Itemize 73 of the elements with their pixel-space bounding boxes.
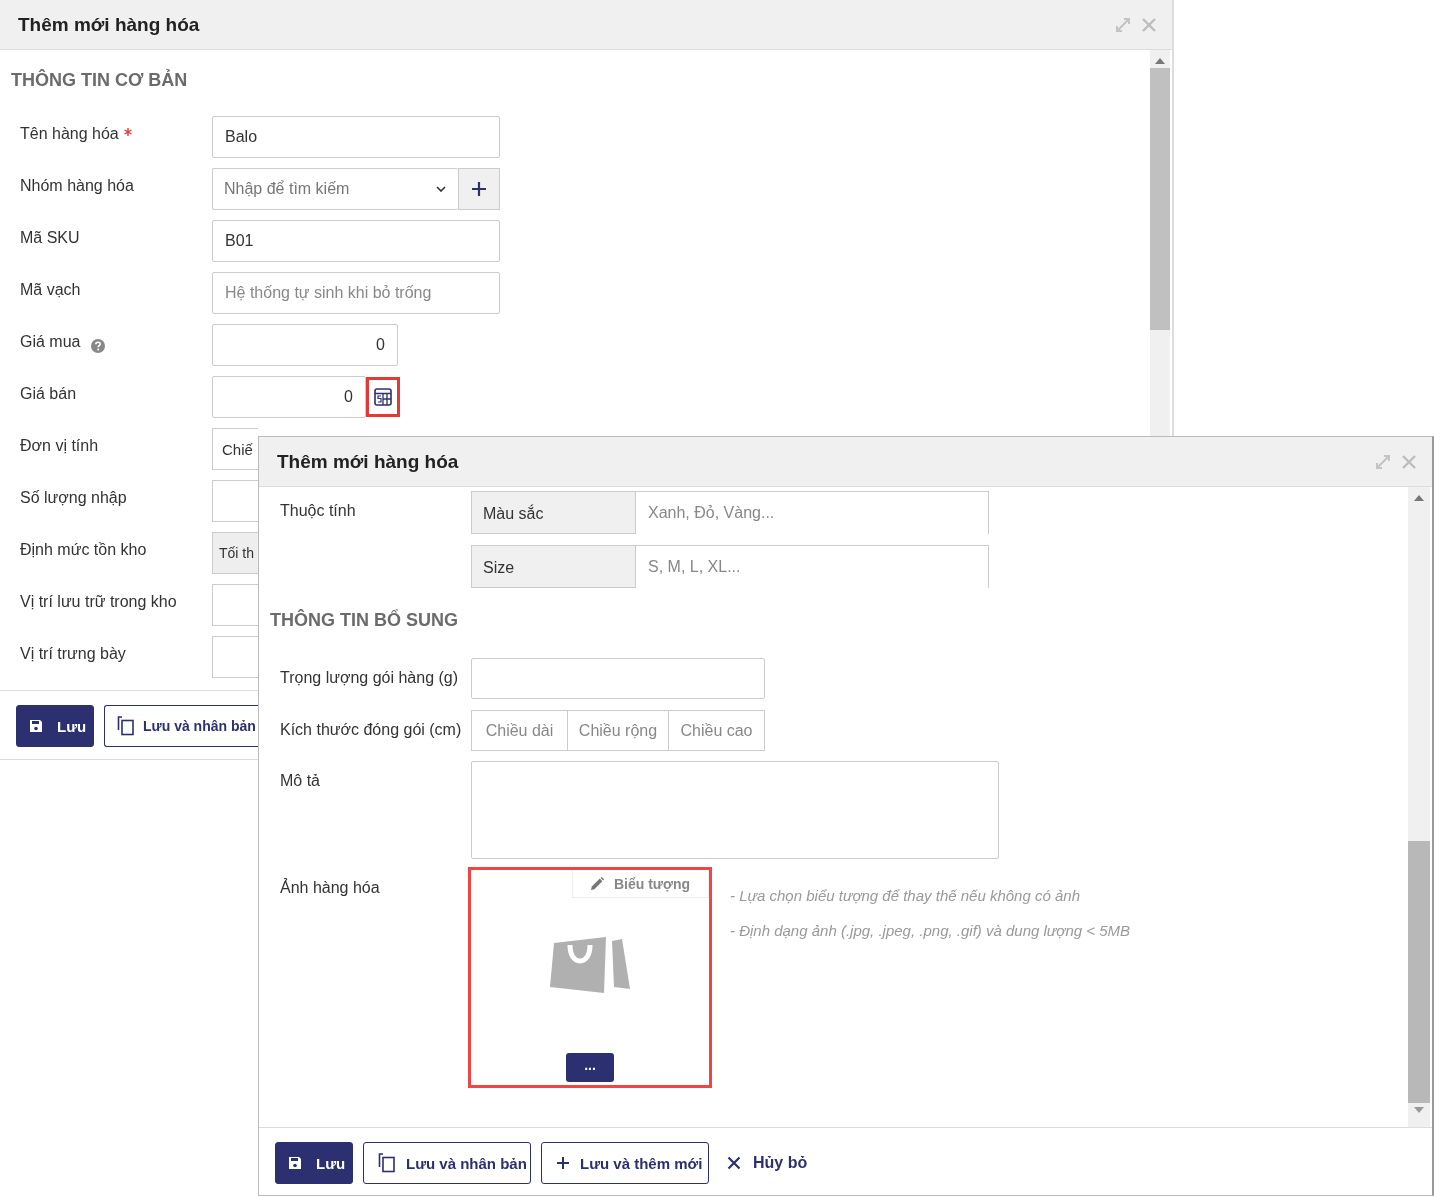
field-label: Kích thước đóng gói (cm) [280,720,463,740]
field-label: Định mức tồn kho [20,541,147,559]
save-button[interactable]: Lưu [16,705,94,747]
text-field[interactable] [471,658,765,699]
close-icon[interactable] [1142,17,1156,32]
text-field[interactable]: Hệ thống tự sinh khi bỏ trống [212,272,500,314]
close-icon [727,1156,741,1170]
attribute-values-field[interactable]: S, M, L, XL... [636,545,989,588]
scrollbar[interactable] [1408,487,1430,1127]
hint-text: - Định dạng ảnh (.jpg, .jpeg, .png, .gif) và dung lượng < 5MB [730,922,1131,939]
attribute-name: Màu sắc [471,491,636,534]
text-field[interactable]: Chiế [212,428,258,470]
attribute-values-field[interactable]: Xanh, Đỏ, Vàng... [636,491,989,534]
save-and-duplicate-button[interactable]: Lưu và nhân bản [104,705,258,747]
calculator-button[interactable] [366,377,400,417]
save-and-add-button[interactable]: Lưu và thêm mới [541,1142,709,1184]
pencil-icon [589,876,604,891]
plus-icon [556,1156,570,1170]
field-label: Thuộc tính [280,501,357,521]
expand-icon[interactable] [1116,17,1130,32]
field-label: Vị trí lưu trữ trong kho [20,593,177,611]
field-label: Giá mua [20,333,81,351]
field-label: Mã SKU [20,229,80,247]
number-field[interactable]: 0 [212,376,366,418]
save-icon [288,1156,302,1170]
field-label: Mô tả [280,771,321,791]
dialog-title: Thêm mới hàng hóa [277,450,459,473]
description-field[interactable] [471,761,999,859]
section-title: THÔNG TIN BỔ SUNG [269,608,459,632]
hint-text: - Lựa chọn biểu tượng để thay thế nếu không có ảnh [730,887,1081,904]
number-field[interactable]: 0 [212,324,398,366]
chevron-down-icon [436,186,446,192]
field-label: Mã vạch [20,281,81,299]
save-and-duplicate-button[interactable]: Lưu và nhân bản [363,1142,531,1184]
field-label: Đơn vị tính [20,437,99,455]
expand-icon[interactable] [1376,454,1390,469]
scroll-up-icon[interactable] [1414,495,1424,501]
field-label: Vị trí trưng bày [20,645,126,663]
attribute-name: Size [471,545,636,588]
field-label: Số lượng nhập [20,489,127,507]
choose-icon-button[interactable]: Biểu tượng [571,870,709,898]
scroll-up-icon[interactable] [1155,58,1165,64]
text-field[interactable] [212,584,258,626]
text-field[interactable] [212,636,258,678]
copy-icon [378,1153,396,1173]
field-label: Giá bán [20,385,77,403]
browse-button[interactable]: ... [566,1053,614,1082]
plus-icon [471,181,487,197]
calculator-icon [374,388,392,406]
add-button[interactable] [458,168,500,210]
save-icon [29,719,43,733]
scrollbar-thumb[interactable] [1150,68,1170,330]
field-label: Nhóm hàng hóa [20,177,134,195]
field-label: Tên hàng hóa [20,125,119,143]
dimension-field[interactable]: Chiều cao [669,710,765,751]
text-field[interactable]: Tối th [212,532,258,574]
dialog-title: Thêm mới hàng hóa [18,13,200,36]
shopping-bag-icon [550,935,630,993]
scroll-down-icon[interactable] [1414,1107,1424,1113]
close-icon[interactable] [1402,454,1416,469]
text-field[interactable]: B01 [212,220,500,262]
save-button[interactable]: Lưu [275,1142,353,1184]
dimension-field[interactable]: Chiều rộng [568,710,669,751]
dimension-field[interactable]: Chiều dài [471,710,568,751]
text-field[interactable]: Balo [212,116,500,158]
select-field[interactable]: Nhập để tìm kiếm [212,168,458,210]
field-label: Trọng lượng gói hàng (g) [280,668,460,688]
scrollbar-thumb[interactable] [1408,841,1430,1103]
copy-icon [117,716,135,736]
section-title: THÔNG TIN CƠ BẢN [10,68,189,92]
field-label: Ảnh hàng hóa [280,877,381,898]
image-upload-area[interactable]: Biểu tượng ... [468,867,712,1088]
text-field[interactable] [212,480,258,522]
